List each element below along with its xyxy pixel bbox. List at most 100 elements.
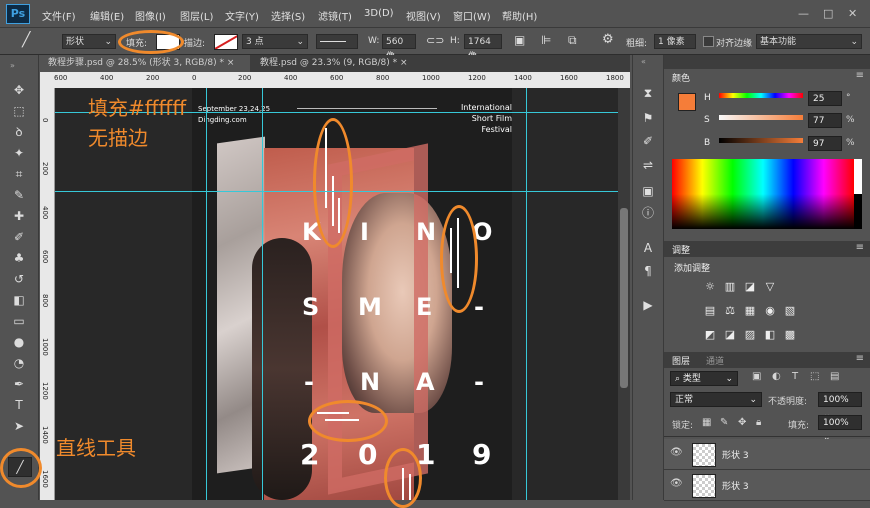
brush-panel-icon[interactable]: ✐ xyxy=(640,133,656,149)
black-swatch[interactable] xyxy=(854,194,862,229)
width-field[interactable]: 560 像 xyxy=(382,34,416,62)
vibrance-icon[interactable]: ▤ xyxy=(704,305,716,317)
path-arrangement-icon[interactable]: ⧉ xyxy=(568,33,577,48)
magic-wand-tool-icon[interactable]: ✦ xyxy=(8,144,30,162)
visibility-eye-icon[interactable]: 👁︎ xyxy=(670,447,683,458)
brightness-field[interactable]: 97 xyxy=(808,136,842,151)
move-tool-icon[interactable]: ✥ xyxy=(8,81,30,99)
adjustment-sliders-icon[interactable]: ⇌ xyxy=(640,157,656,173)
height-field[interactable]: 1764 像 xyxy=(464,34,502,62)
selective-color-icon[interactable]: ◧ xyxy=(764,329,776,341)
eyedropper-tool-icon[interactable]: ✎ xyxy=(8,186,30,204)
color-balance-icon[interactable]: ⚖ xyxy=(724,305,736,317)
filter-type-icon[interactable]: T xyxy=(792,371,798,382)
info-icon[interactable]: ⓘ xyxy=(640,205,656,221)
adjustments-panel-title[interactable]: 调整 xyxy=(672,243,690,256)
tab-layers[interactable]: 图层 xyxy=(672,354,690,367)
brightness-contrast-icon[interactable]: ☼ xyxy=(704,281,716,293)
menu-help[interactable]: 帮助(H) xyxy=(502,8,537,23)
workspace-select[interactable]: 基本功能 ⌄ xyxy=(756,34,862,49)
menu-select[interactable]: 选择(S) xyxy=(271,8,305,23)
align-edges-checkbox[interactable] xyxy=(703,36,714,47)
menu-window[interactable]: 窗口(W) xyxy=(453,8,491,23)
lock-transparent-icon[interactable]: ▦ xyxy=(702,417,711,428)
layer-row[interactable]: 👁︎ 形状 3 xyxy=(664,439,870,470)
layer-name[interactable]: 形状 3 xyxy=(722,448,749,461)
history-brush-tool-icon[interactable]: ↺ xyxy=(8,270,30,288)
guide-vertical[interactable] xyxy=(206,88,207,500)
brightness-slider[interactable] xyxy=(719,138,803,143)
exposure-icon[interactable]: ▽ xyxy=(764,281,776,293)
menu-layer[interactable]: 图层(L) xyxy=(180,8,213,23)
filter-pixel-icon[interactable]: ▣ xyxy=(752,371,761,382)
photo-filter-icon[interactable]: ◉ xyxy=(764,305,776,317)
blend-mode-select[interactable]: 正常 ⌄ xyxy=(670,392,762,407)
menu-3d[interactable]: 3D(D) xyxy=(364,8,394,19)
black-white-icon[interactable]: ▦ xyxy=(744,305,756,317)
opacity-field[interactable]: 100% ⌄ xyxy=(818,392,862,420)
weight-field[interactable]: 1 像素 xyxy=(654,34,696,49)
hue-field[interactable]: 25 xyxy=(808,91,842,106)
dodge-tool-icon[interactable]: ◔ xyxy=(8,354,30,372)
path-operations-icon[interactable]: ▣ xyxy=(514,33,525,47)
layer-row[interactable]: 👁︎ 形状 3 xyxy=(664,470,870,501)
filter-adjustment-icon[interactable]: ◐ xyxy=(772,371,781,382)
stroke-swatch-none[interactable] xyxy=(214,34,238,50)
tab-channels[interactable]: 通道 xyxy=(706,354,724,367)
stroke-type-select[interactable]: ⌄ xyxy=(316,34,358,62)
collapse-arrows-icon[interactable]: « xyxy=(641,57,646,66)
layer-fill-field[interactable]: 100% ⌄ xyxy=(818,415,862,443)
path-selection-tool-icon[interactable]: ➤ xyxy=(8,417,30,435)
pen-tool-icon[interactable]: ✒ xyxy=(8,375,30,393)
tab-document-active[interactable]: 教程步骤.psd @ 28.5% (形状 3, RGB/8) * × xyxy=(40,55,250,72)
filter-shape-icon[interactable]: ⬚ xyxy=(810,371,819,382)
guide-vertical[interactable] xyxy=(526,88,527,500)
actions-icon[interactable]: ⚑ xyxy=(640,110,656,126)
white-swatch[interactable] xyxy=(854,159,862,194)
crop-tool-icon[interactable]: ⌗ xyxy=(8,165,30,183)
color-panel-title[interactable]: 颜色 xyxy=(672,71,690,84)
saturation-field[interactable]: 77 xyxy=(808,113,842,128)
layer-filter-select[interactable]: ⌕ 类型 ⌄ xyxy=(670,371,738,386)
eraser-tool-icon[interactable]: ◧ xyxy=(8,291,30,309)
tool-mode-select[interactable]: 形状 ⌄ xyxy=(62,34,116,49)
levels-icon[interactable]: ▥ xyxy=(724,281,736,293)
healing-brush-tool-icon[interactable]: ✚ xyxy=(8,207,30,225)
menu-edit[interactable]: 编辑(E) xyxy=(90,8,124,23)
tab-document[interactable]: 教程.psd @ 23.3% (9, RGB/8) * × xyxy=(252,55,432,72)
minimize-button[interactable]: — xyxy=(798,7,809,20)
type-tool-icon[interactable]: T xyxy=(8,396,30,414)
posterize-icon[interactable]: ◪ xyxy=(724,329,736,341)
play-icon[interactable]: ▶ xyxy=(640,297,656,313)
link-icon[interactable]: ⊂⊃ xyxy=(426,34,444,47)
menu-type[interactable]: 文字(Y) xyxy=(225,8,259,23)
menu-filter[interactable]: 滤镜(T) xyxy=(318,8,352,23)
clone-stamp-tool-icon[interactable]: ♣ xyxy=(8,249,30,267)
guide-vertical[interactable] xyxy=(262,88,263,500)
threshold-icon[interactable]: ▨ xyxy=(744,329,756,341)
blur-tool-icon[interactable]: ● xyxy=(8,333,30,351)
curves-icon[interactable]: ◪ xyxy=(744,281,756,293)
panel-menu-icon[interactable]: ≡ xyxy=(856,242,864,253)
menu-file[interactable]: 文件(F) xyxy=(42,8,76,23)
foreground-color-swatch[interactable] xyxy=(678,93,696,111)
close-button[interactable]: ✕ xyxy=(848,7,857,20)
channel-mixer-icon[interactable]: ▧ xyxy=(784,305,796,317)
gradient-map-icon[interactable]: ▩ xyxy=(784,329,796,341)
lock-pixels-icon[interactable]: ✎ xyxy=(720,417,728,428)
layer-name[interactable]: 形状 3 xyxy=(722,479,749,492)
vertical-scrollbar[interactable] xyxy=(618,88,630,500)
filter-smart-object-icon[interactable]: ▤ xyxy=(830,371,839,382)
menu-view[interactable]: 视图(V) xyxy=(406,8,441,23)
line-tool-preset-icon[interactable]: ╱ xyxy=(22,32,30,48)
character-icon[interactable]: A xyxy=(640,240,656,256)
brush-tool-icon[interactable]: ✐ xyxy=(8,228,30,246)
panel-menu-icon[interactable]: ≡ xyxy=(856,70,864,81)
history-icon[interactable]: ⧗ xyxy=(640,85,656,101)
panel-menu-icon[interactable]: ≡ xyxy=(856,353,864,364)
path-alignment-icon[interactable]: ⊫ xyxy=(541,33,551,47)
paragraph-icon[interactable]: ¶ xyxy=(640,263,656,279)
hue-slider[interactable] xyxy=(719,93,803,98)
collapse-arrows-icon[interactable]: » xyxy=(10,61,15,70)
lock-all-icon[interactable]: 🔒︎ xyxy=(756,417,761,428)
